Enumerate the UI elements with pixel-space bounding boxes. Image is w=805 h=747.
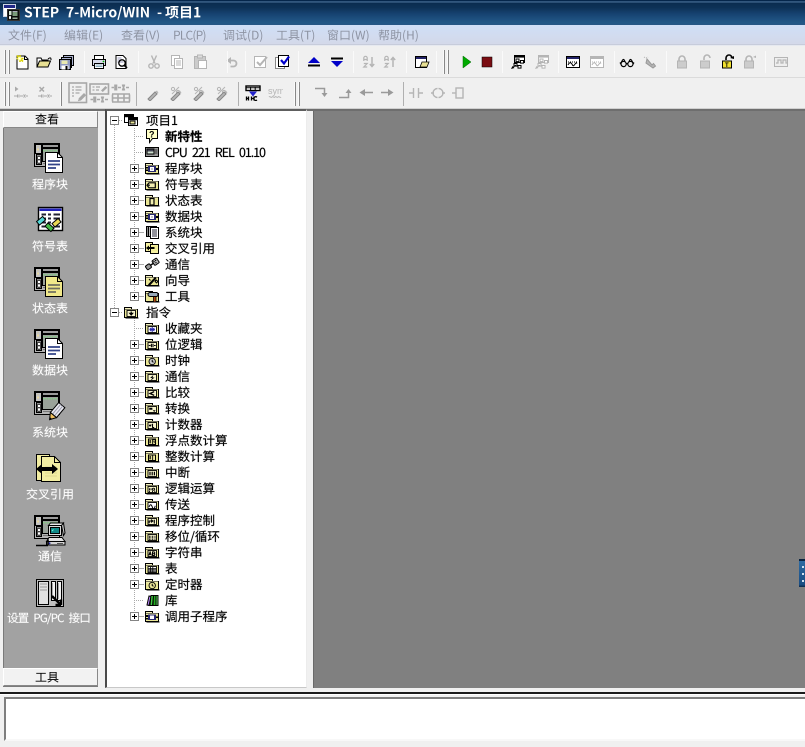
svg-text:T: T bbox=[725, 63, 729, 69]
svg-text:?: ? bbox=[149, 130, 155, 140]
svg-text:I: I bbox=[152, 455, 154, 462]
svg-text:sym: sym bbox=[268, 86, 283, 96]
svg-text:R: R bbox=[152, 439, 157, 446]
